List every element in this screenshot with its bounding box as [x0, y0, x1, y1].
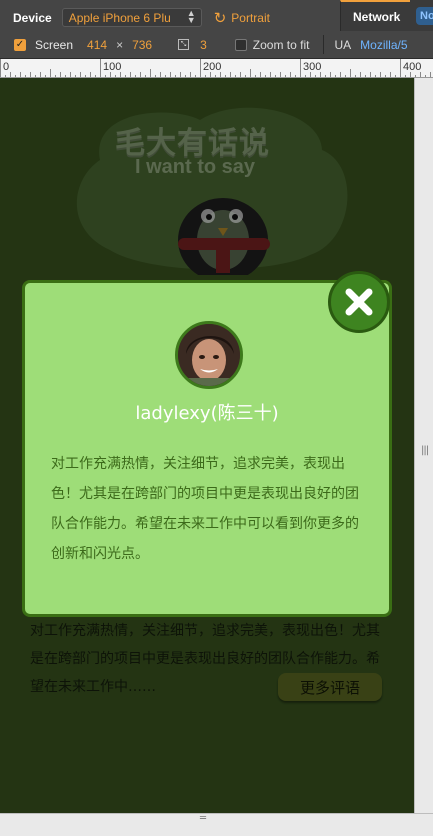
device-label: Device — [13, 10, 52, 25]
device-select-value: Apple iPhone 6 Plu — [68, 10, 171, 25]
network-throttle-select[interactable]: No — [410, 0, 433, 31]
screen-width-input[interactable]: 414 — [87, 38, 107, 52]
devtools-toolbar: Device Apple iPhone 6 Plu ▲ ▼ ↻ Portrait … — [0, 0, 433, 59]
tab-network[interactable]: Network — [340, 0, 410, 31]
times-symbol: × — [116, 37, 124, 52]
close-x-icon — [345, 288, 373, 316]
tab-network-label: Network — [353, 9, 401, 24]
resize-grip-icon-horizontal: ═ — [200, 813, 207, 824]
resize-grip-icon: ||| — [421, 445, 429, 456]
ruler-label-400: 400 — [403, 61, 421, 73]
ua-label: UA — [334, 37, 352, 52]
zoom-to-fit-label: Zoom to fit — [252, 37, 310, 52]
screen-label: Screen — [35, 37, 74, 52]
toolbar-separator — [323, 35, 325, 54]
orientation-label: Portrait — [231, 10, 270, 25]
viewport-resize-handle-bottom[interactable]: ═ — [0, 813, 433, 836]
profile-modal: ladylexy(陈三十) 对工作充满热情，关注细节，追求完美，表现出色！尤其是… — [22, 271, 392, 617]
avatar-photo — [178, 324, 240, 386]
network-throttle-value: No — [416, 6, 433, 25]
pixel-ruler: 0 100 200 300 400 — [0, 59, 433, 78]
comment-text: 对工作充满热情，关注细节，追求完美，表现出色！尤其是在跨部门的项目中更是表现出良… — [51, 456, 359, 562]
dpr-icon: ⤡ — [178, 39, 190, 50]
ruler-label-200: 200 — [203, 61, 221, 73]
close-button[interactable] — [328, 271, 390, 333]
avatar — [175, 321, 243, 389]
screen-checkbox[interactable]: ✓ — [14, 38, 26, 51]
viewport-resize-handle-right[interactable]: ||| — [414, 78, 433, 813]
user-name: ladylexy(陈三十) — [135, 403, 279, 424]
device-select[interactable]: Apple iPhone 6 Plu ▲ ▼ — [61, 8, 202, 27]
ruler-label-0: 0 — [3, 61, 9, 73]
ruler-label-100: 100 — [103, 61, 121, 73]
ruler-ticks: 0 100 200 300 400 — [0, 59, 431, 77]
ruler-label-300: 300 — [303, 61, 321, 73]
orientation-toggle[interactable]: ↻ Portrait — [214, 9, 270, 27]
zoom-to-fit-checkbox[interactable] — [234, 38, 247, 51]
screen-row: ✓ Screen 414 × 736 ⤡ 3 Zoom to fit UA Mo… — [0, 31, 433, 58]
device-viewport: 毛大有话说 I want to say 对工作充满热情，关注细节，追求完美，表现… — [0, 78, 414, 813]
rotate-icon: ↻ — [213, 9, 227, 27]
ua-input[interactable]: Mozilla/5 — [360, 38, 407, 52]
screen-height-input[interactable]: 736 — [132, 38, 152, 52]
dpr-input[interactable]: 3 — [200, 38, 207, 52]
device-row: Device Apple iPhone 6 Plu ▲ ▼ ↻ Portrait — [0, 4, 270, 31]
select-arrows-icon: ▲ ▼ — [186, 8, 196, 25]
